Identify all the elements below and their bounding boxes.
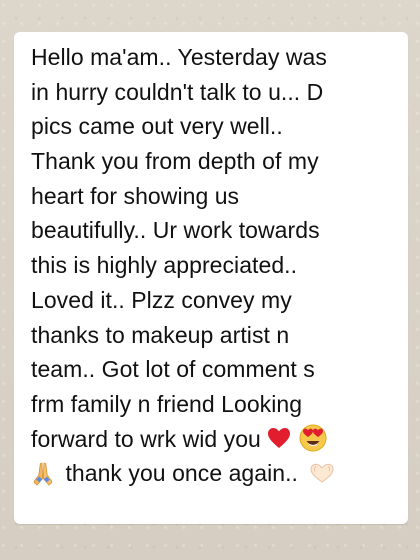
message-bubble[interactable]: Hello ma'am.. Yesterday was in hurry cou… (14, 32, 408, 524)
message-line: forward to wrk wid you (31, 425, 261, 452)
message-line: heart for showing us (31, 182, 240, 209)
message-line: Hello ma'am.. Yesterday was (31, 44, 327, 70)
message-line: beautifully.. Ur work towards (31, 217, 320, 244)
message-line: team.. Got lot of comment s (31, 356, 315, 383)
message-line: thank you once again.. (65, 460, 305, 487)
praying-hands-icon (33, 462, 53, 486)
message-line-with-emoji: forward to wrk wid you (31, 422, 396, 457)
message-line: pics came out very well.. (31, 113, 283, 140)
message-line: Loved it.. Plzz convey my (31, 286, 292, 313)
message-text: Hello ma'am.. Yesterday was in hurry cou… (31, 40, 396, 491)
heart-eyes-icon (299, 424, 327, 452)
red-heart-icon (268, 428, 291, 449)
message-line: thanks to makeup artist n (31, 321, 290, 348)
message-line: frm family n friend Looking (31, 390, 303, 417)
message-line: this is highly appreciated.. (31, 252, 298, 279)
message-line: in hurry couldn't talk to u... D (31, 78, 324, 105)
heart-hands-icon (310, 463, 334, 483)
message-line-with-emoji: thank you once again.. (31, 456, 396, 491)
message-line: Thank you from depth of my (31, 148, 319, 175)
